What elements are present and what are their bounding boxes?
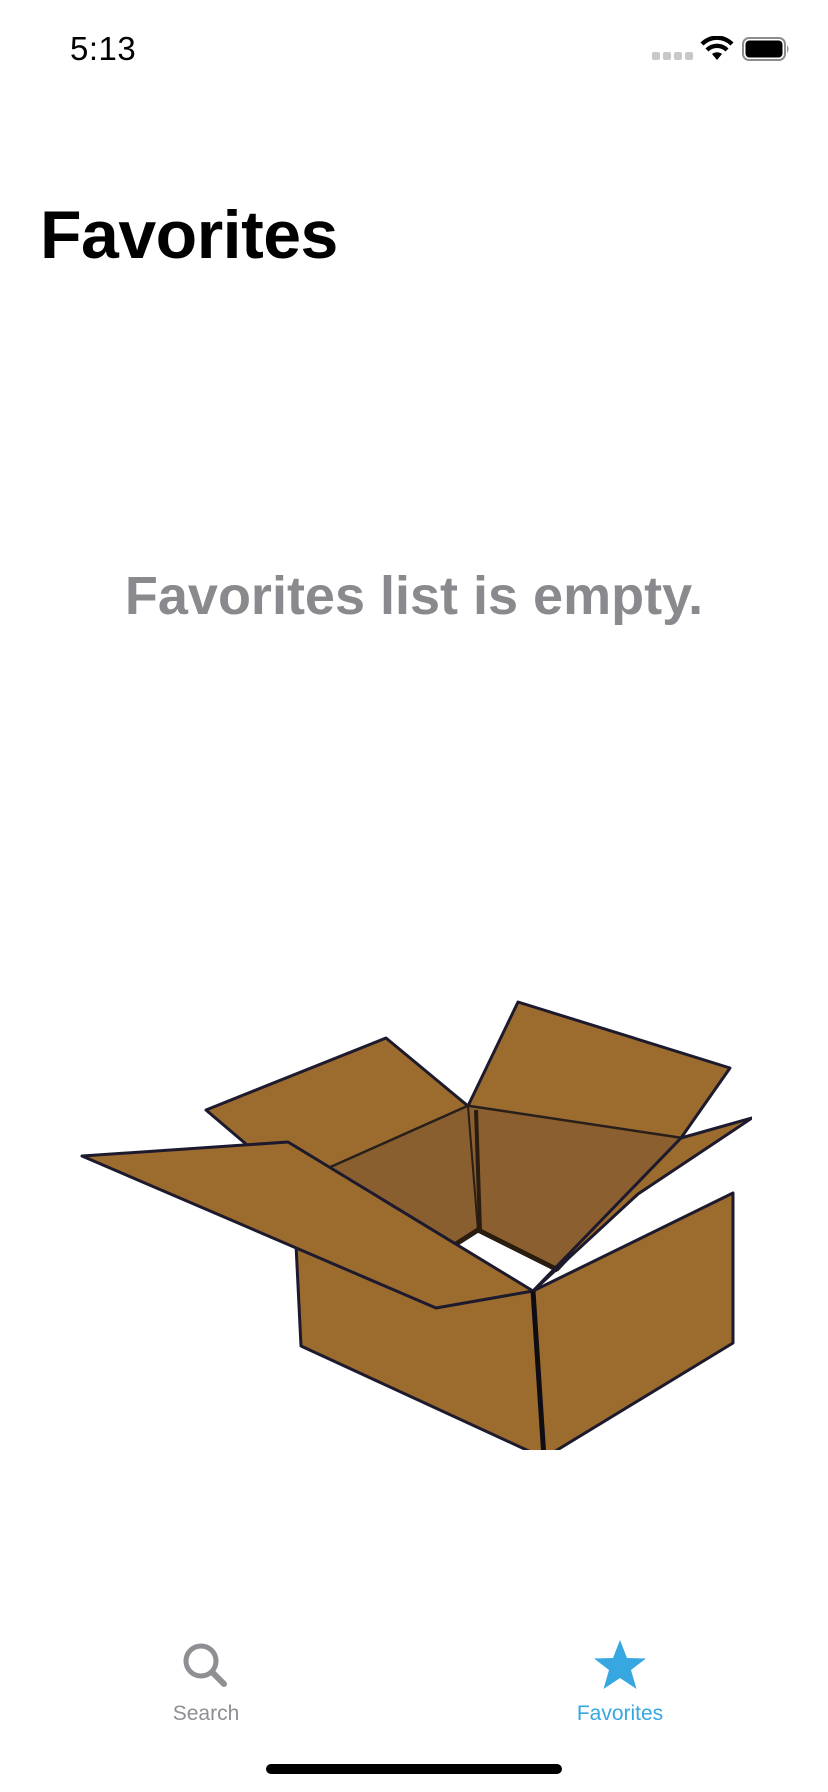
search-icon [183,1643,227,1687]
favorites-screen: 5:13 Favorites Favorites list is empty. [0,0,828,1792]
tab-favorites-label: Favorites [576,1702,664,1725]
status-time: 5:13 [70,30,137,67]
tab-favorites[interactable]: Favorites [520,1638,720,1726]
tab-search-label: Search [172,1702,240,1725]
empty-box-illustration [80,1000,752,1450]
battery-icon [742,37,789,61]
empty-state-message: Favorites list is empty. [124,566,704,626]
wifi-icon [700,36,734,60]
star-icon [594,1640,646,1689]
home-indicator[interactable] [266,1764,562,1774]
tab-search[interactable]: Search [106,1638,306,1726]
cellular-signal-icon [652,52,693,60]
page-title: Favorites [40,197,338,273]
status-bar: 5:13 [0,0,828,100]
